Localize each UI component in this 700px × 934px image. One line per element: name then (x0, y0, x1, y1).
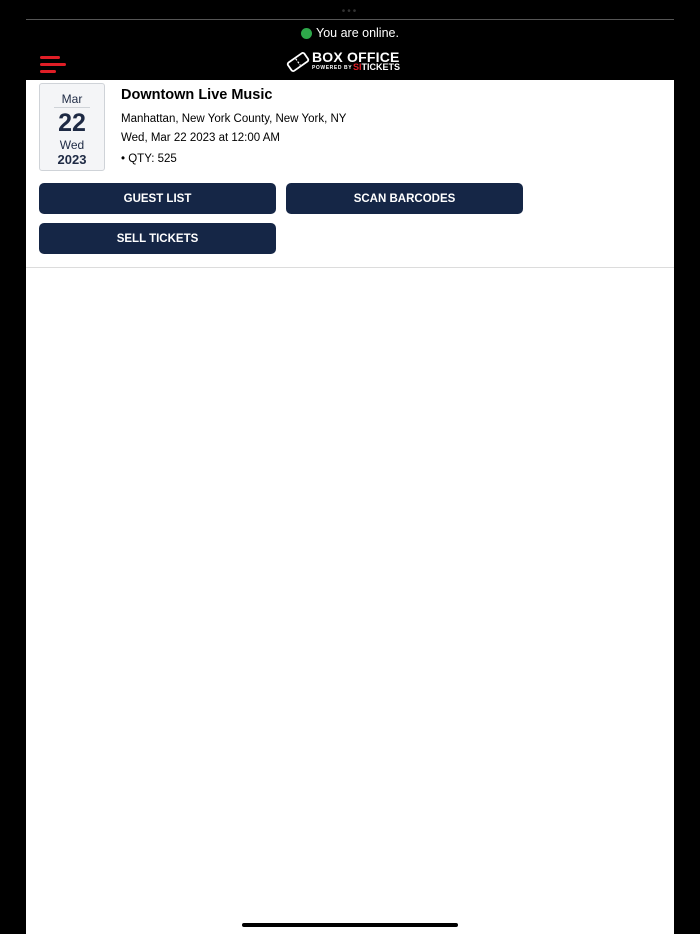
logo-brand: SITICKETS (353, 62, 401, 72)
sell-tickets-button[interactable]: SELL TICKETS (39, 223, 276, 254)
top-drag-dots: ••• (341, 6, 359, 17)
hamburger-menu-icon[interactable] (40, 56, 66, 74)
online-indicator-icon (301, 27, 313, 39)
box-office-logo: BOX OFFICE POWERED BY SITICKETS (286, 48, 406, 76)
home-indicator[interactable] (242, 923, 458, 927)
top-divider (26, 19, 674, 20)
event-year: 2023 (57, 152, 87, 167)
event-day: 22 (58, 109, 86, 137)
event-weekday: Wed (59, 138, 85, 152)
event-datetime: Wed, Mar 22 2023 at 12:00 AM (121, 132, 280, 144)
logo-powered-by: POWERED BY (312, 65, 353, 71)
event-quantity: • QTY: 525 (121, 153, 177, 165)
ticket-icon (286, 52, 310, 72)
event-date-badge: Mar 22 Wed 2023 (39, 83, 105, 171)
main-content: Mar 22 Wed 2023 Downtown Live Music Manh… (26, 80, 674, 934)
event-location: Manhattan, New York County, New York, NY (121, 113, 347, 125)
date-divider (54, 107, 90, 108)
scan-barcodes-button[interactable]: SCAN BARCODES (286, 183, 523, 214)
status-text: You are online. (316, 26, 399, 40)
event-month: Mar (61, 92, 83, 106)
guest-list-button[interactable]: GUEST LIST (39, 183, 276, 214)
event-title: Downtown Live Music (121, 87, 273, 103)
event-card: Mar 22 Wed 2023 Downtown Live Music Manh… (26, 80, 674, 268)
connection-status: You are online. (0, 26, 700, 40)
